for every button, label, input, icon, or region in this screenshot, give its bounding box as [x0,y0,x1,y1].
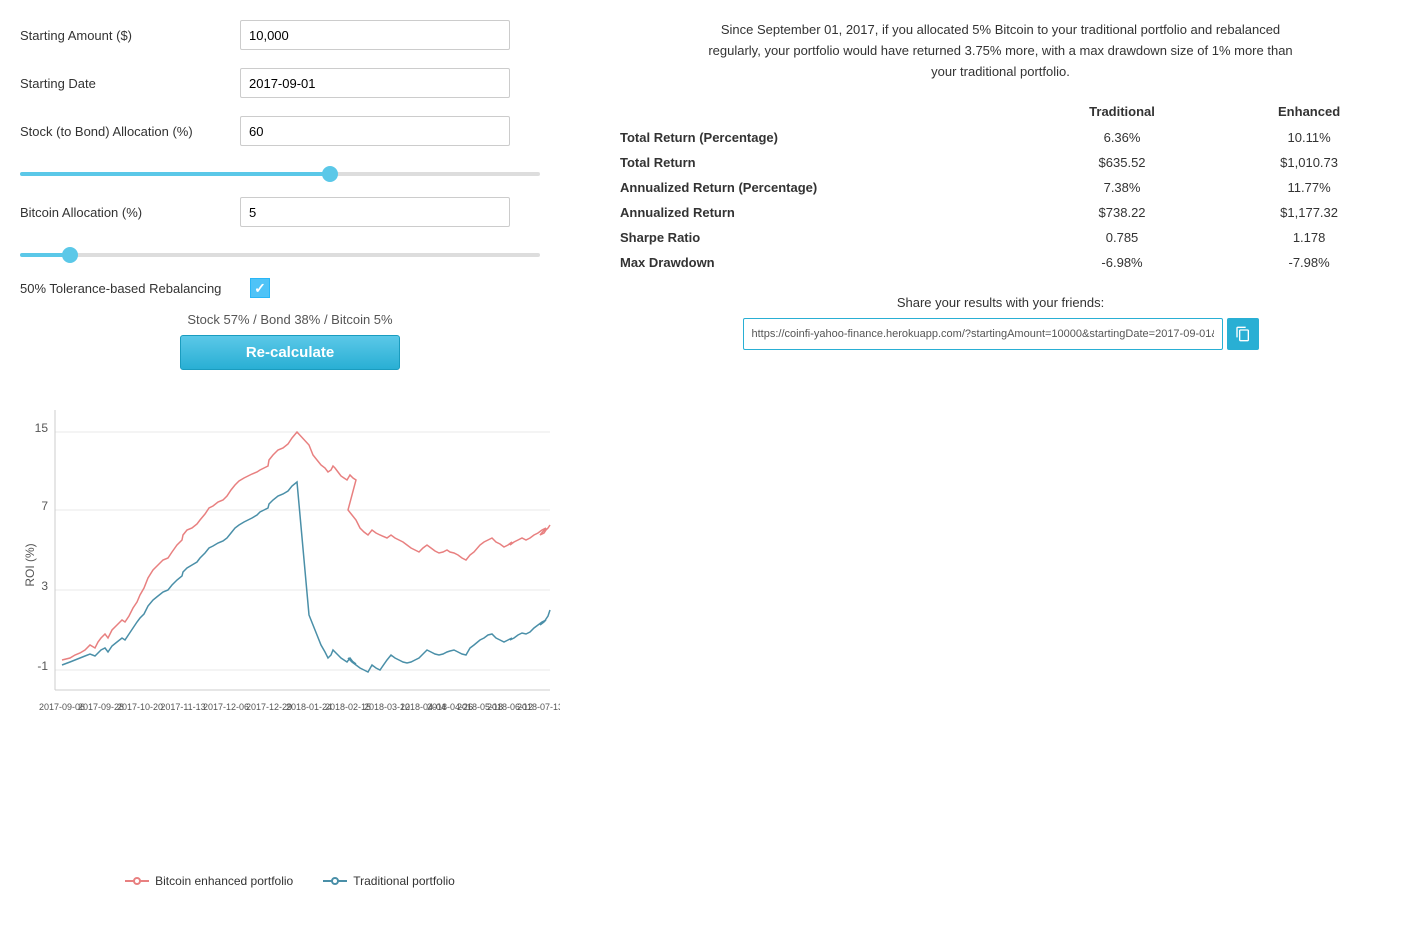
table-row: Annualized Return $738.22 $1,177.32 [600,200,1401,225]
row-traditional: 7.38% [1027,175,1217,200]
stock-bond-label: Stock (to Bond) Allocation (%) [20,124,240,139]
main-chart: 15 7 3 -1 ROI (%) 2017-09-06 2017-09-28 … [20,390,560,870]
left-panel: Starting Amount ($) Starting Date Stock … [20,20,560,888]
table-row: Annualized Return (Percentage) 7.38% 11.… [600,175,1401,200]
svg-text:2017-12-06: 2017-12-06 [203,702,249,712]
starting-amount-row: Starting Amount ($) [20,20,560,50]
stock-bond-slider[interactable] [20,172,540,176]
svg-text:ROI (%): ROI (%) [23,543,37,586]
stock-bond-row: Stock (to Bond) Allocation (%) [20,116,560,146]
row-traditional: 6.36% [1027,125,1217,150]
copy-icon [1235,326,1251,342]
bitcoin-slider[interactable] [20,253,540,257]
rebalancing-label: 50% Tolerance-based Rebalancing [20,281,240,296]
bitcoin-alloc-input[interactable] [240,197,510,227]
results-table: Traditional Enhanced Total Return (Perce… [600,98,1401,275]
svg-text:15: 15 [35,421,49,435]
stock-slider-row [20,164,560,179]
col-header-label [600,98,1027,125]
row-label: Sharpe Ratio [600,225,1027,250]
table-row: Sharpe Ratio 0.785 1.178 [600,225,1401,250]
row-enhanced: $1,010.73 [1217,150,1401,175]
row-label: Annualized Return (Percentage) [600,175,1027,200]
description-text: Since September 01, 2017, if you allocat… [701,20,1301,82]
row-label: Max Drawdown [600,250,1027,275]
starting-date-input[interactable] [240,68,510,98]
recalculate-button[interactable]: Re-calculate [180,335,400,370]
row-traditional: $635.52 [1027,150,1217,175]
share-label: Share your results with your friends: [600,295,1401,310]
rebalancing-row: 50% Tolerance-based Rebalancing [20,278,560,298]
svg-text:2018-07-13: 2018-07-13 [517,702,560,712]
right-panel: Since September 01, 2017, if you allocat… [600,20,1401,888]
row-enhanced: 1.178 [1217,225,1401,250]
svg-text:2017-10-20: 2017-10-20 [117,702,163,712]
svg-text:3: 3 [41,579,48,593]
row-enhanced: 11.77% [1217,175,1401,200]
svg-text:2017-11-13: 2017-11-13 [160,702,205,712]
share-url-row [600,318,1401,350]
bitcoin-legend-label: Bitcoin enhanced portfolio [155,874,293,888]
bitcoin-slider-row [20,245,560,260]
svg-text:-1: -1 [37,659,48,673]
starting-date-row: Starting Date [20,68,560,98]
share-url-input[interactable] [743,318,1223,350]
rebalancing-checkbox[interactable] [250,278,270,298]
starting-amount-input[interactable] [240,20,510,50]
col-header-traditional: Traditional [1027,98,1217,125]
bitcoin-alloc-row: Bitcoin Allocation (%) [20,197,560,227]
chart-legend: Bitcoin enhanced portfolio Traditional p… [20,874,560,888]
svg-text:7: 7 [41,499,48,513]
row-traditional: 0.785 [1027,225,1217,250]
row-label: Total Return [600,150,1027,175]
bitcoin-alloc-label: Bitcoin Allocation (%) [20,205,240,220]
table-row: Max Drawdown -6.98% -7.98% [600,250,1401,275]
row-enhanced: $1,177.32 [1217,200,1401,225]
table-row: Total Return (Percentage) 6.36% 10.11% [600,125,1401,150]
row-traditional: $738.22 [1027,200,1217,225]
col-header-enhanced: Enhanced [1217,98,1401,125]
row-traditional: -6.98% [1027,250,1217,275]
chart-area: 15 7 3 -1 ROI (%) 2017-09-06 2017-09-28 … [20,390,560,888]
table-row: Total Return $635.52 $1,010.73 [600,150,1401,175]
row-label: Total Return (Percentage) [600,125,1027,150]
traditional-legend-item: Traditional portfolio [323,874,455,888]
stock-bond-input[interactable] [240,116,510,146]
bitcoin-legend-item: Bitcoin enhanced portfolio [125,874,293,888]
copy-button[interactable] [1227,318,1259,350]
row-enhanced: 10.11% [1217,125,1401,150]
starting-amount-label: Starting Amount ($) [20,28,240,43]
allocation-text: Stock 57% / Bond 38% / Bitcoin 5% [20,312,560,327]
share-section: Share your results with your friends: [600,295,1401,350]
traditional-legend-label: Traditional portfolio [353,874,455,888]
row-enhanced: -7.98% [1217,250,1401,275]
row-label: Annualized Return [600,200,1027,225]
starting-date-label: Starting Date [20,76,240,91]
